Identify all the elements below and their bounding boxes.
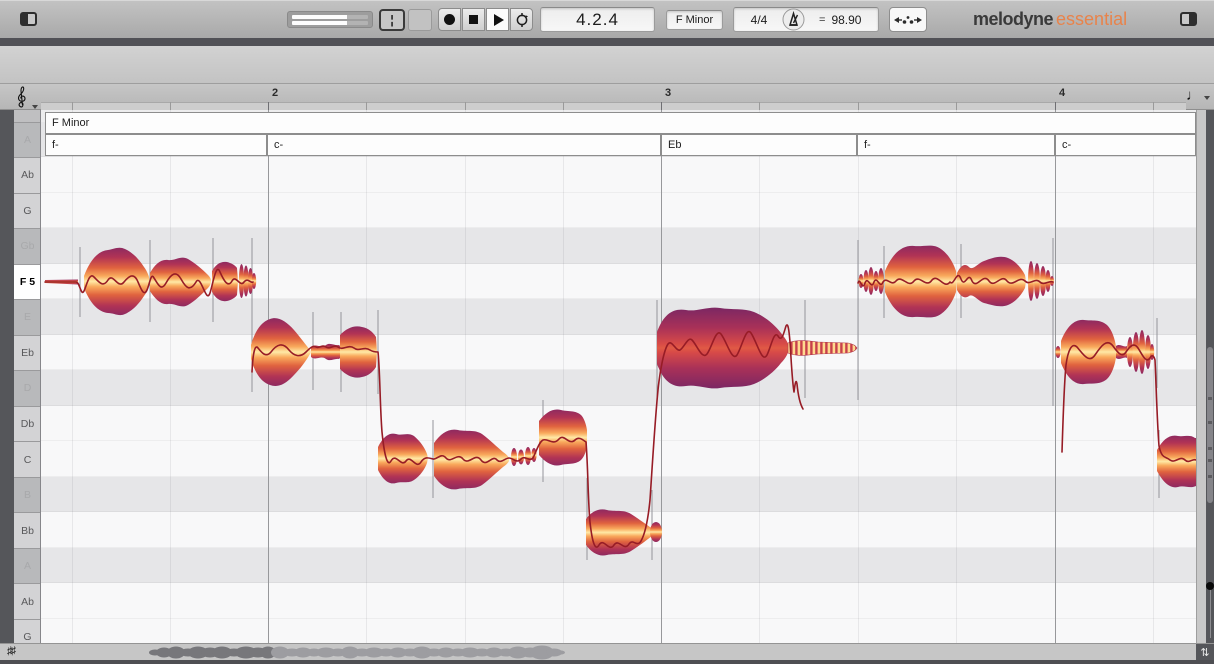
pitch-ruler-cell[interactable]: G [14, 192, 40, 229]
ruler-tick [563, 102, 564, 110]
stop-icon [469, 15, 478, 24]
left-panel-toggle-icon[interactable] [20, 12, 37, 26]
pitch-ruler-cell[interactable]: Ab [14, 157, 40, 193]
note-follow-icon [894, 15, 922, 24]
song-position-display[interactable]: 4.2.4 [540, 7, 655, 32]
note-blobs[interactable] [45, 245, 1196, 556]
pitch-ruler-cell[interactable]: Gb [14, 228, 40, 264]
equals-sign: = [819, 13, 826, 26]
time-grid-menu[interactable]: ♩ [1186, 87, 1210, 104]
pitch-ruler-cell[interactable]: B [14, 476, 40, 513]
pitch-ruler-cell[interactable]: Eb [14, 334, 40, 371]
monitor-option-box[interactable] [408, 9, 432, 31]
cycle-strip[interactable] [41, 102, 1186, 110]
ruler-tick [366, 102, 367, 110]
right-gutter: ♯♯ [1196, 110, 1206, 643]
thumb-note-mark [1207, 397, 1212, 400]
bar-number: 2 [272, 87, 279, 99]
window-left-edge [0, 110, 14, 643]
bar-number: 4 [1059, 87, 1066, 99]
thumb-note-mark [1207, 447, 1212, 450]
record-button[interactable] [438, 8, 461, 31]
pitch-ruler-cell[interactable]: A [14, 121, 40, 158]
time-signature[interactable]: 4/4 [742, 13, 776, 27]
pitch-ruler-cell[interactable]: Bb [14, 512, 40, 548]
ruler-tick [759, 102, 760, 110]
zoom-arrows-icon: ⇅ [1200, 647, 1210, 659]
chevron-down-icon [32, 105, 38, 109]
pitch-ruler: A Ab G Gb F 5 E Eb D Db C B Bb A Ab G [14, 110, 41, 643]
chevron-down-icon [1204, 96, 1210, 100]
pitch-curves [44, 268, 1196, 549]
play-icon [493, 13, 504, 26]
meter-bar [292, 15, 368, 19]
pitch-ruler-cell[interactable]: D [14, 370, 40, 406]
overview-blobs-dark [149, 646, 276, 659]
right-panel-toggle-icon[interactable] [1180, 12, 1197, 26]
editor-body: F Minor f-c- Eb f-c- A Ab G Gb F 5 E Eb … [0, 110, 1214, 643]
pitch-ruler-cell[interactable]: Db [14, 405, 40, 442]
pitch-ruler-cell[interactable]: G [14, 618, 40, 643]
toolbar: Eb 5 +8 ct [0, 46, 1214, 123]
note-blob [150, 257, 211, 307]
treble-clef-icon [17, 86, 26, 108]
stop-button[interactable] [462, 8, 485, 31]
pitch-ruler-cell[interactable]: C [14, 441, 40, 477]
note-blob [340, 326, 377, 378]
level-meter[interactable] [287, 11, 373, 28]
vertical-zoom-handle[interactable] [1206, 582, 1214, 590]
logo-primary: melodyne [973, 9, 1054, 29]
overview-blobs-light [271, 645, 565, 660]
monitor-button[interactable]: ¦ [379, 9, 405, 31]
window-bottom-edge [0, 660, 1214, 664]
tempo-value[interactable]: 98.90 [831, 13, 861, 27]
logo-secondary: essential [1056, 9, 1128, 29]
thumb-note-mark [1207, 475, 1212, 478]
ruler-tick [956, 102, 957, 110]
app-logo: melodyne essential [973, 9, 1127, 30]
note-blob-layer [44, 238, 1196, 560]
thumb-note-mark [1207, 421, 1212, 424]
transport-controls [438, 8, 534, 31]
key-button[interactable]: F Minor [666, 10, 723, 30]
vertical-scrollbar-thumb[interactable] [1206, 347, 1213, 503]
play-button[interactable] [486, 8, 509, 31]
cycle-button[interactable] [510, 8, 533, 31]
ruler-tick [661, 102, 662, 110]
time-ruler[interactable]: ♩ 2 3 4 [0, 84, 1214, 110]
ruler-tick [1055, 102, 1056, 110]
pitch-ruler-cell[interactable]: E [14, 299, 40, 335]
note-tail[interactable] [787, 340, 858, 356]
pitch-ruler-cell[interactable]: Ab [14, 583, 40, 619]
ruler-tick [170, 102, 171, 110]
ruler-tick [72, 102, 73, 110]
ruler-tick [465, 102, 466, 110]
app-window: ¦ 4.2.4 F Minor 4/4 = 98.90 melodyne ess… [0, 0, 1214, 664]
note-follow-button[interactable] [889, 7, 927, 32]
overview-waveform[interactable] [0, 644, 1196, 661]
bar-number: 3 [665, 87, 672, 99]
ruler-tick [268, 102, 269, 110]
cycle-icon [516, 12, 528, 27]
thumb-note-mark [1207, 459, 1212, 462]
window-divider [0, 38, 1214, 46]
record-icon [444, 14, 455, 25]
transport-bar: ¦ 4.2.4 F Minor 4/4 = 98.90 melodyne ess… [0, 0, 1214, 38]
vertical-scrollbar[interactable] [1206, 110, 1214, 643]
vertical-zoom-slider[interactable] [1209, 588, 1211, 638]
clef-menu[interactable] [15, 85, 38, 109]
meter-bar [292, 21, 368, 25]
note-editor[interactable]: F Minor f-c- Eb f-c- [41, 110, 1196, 643]
pitch-ruler-cell[interactable]: A [14, 547, 40, 584]
tempo-section[interactable]: 4/4 = 98.90 [733, 7, 879, 32]
ruler-tick [1153, 102, 1154, 110]
metronome-icon[interactable] [782, 8, 805, 31]
quarter-note-icon: ♩ [1186, 87, 1201, 104]
pitch-ruler-cell[interactable]: F 5 [14, 263, 40, 300]
corner-zoom-widget[interactable]: ⇅ [1196, 644, 1214, 661]
note-blob [251, 318, 311, 386]
ruler-tick [858, 102, 859, 110]
horizontal-scrollbar[interactable]: ♯♯ ⇅ [0, 643, 1214, 661]
